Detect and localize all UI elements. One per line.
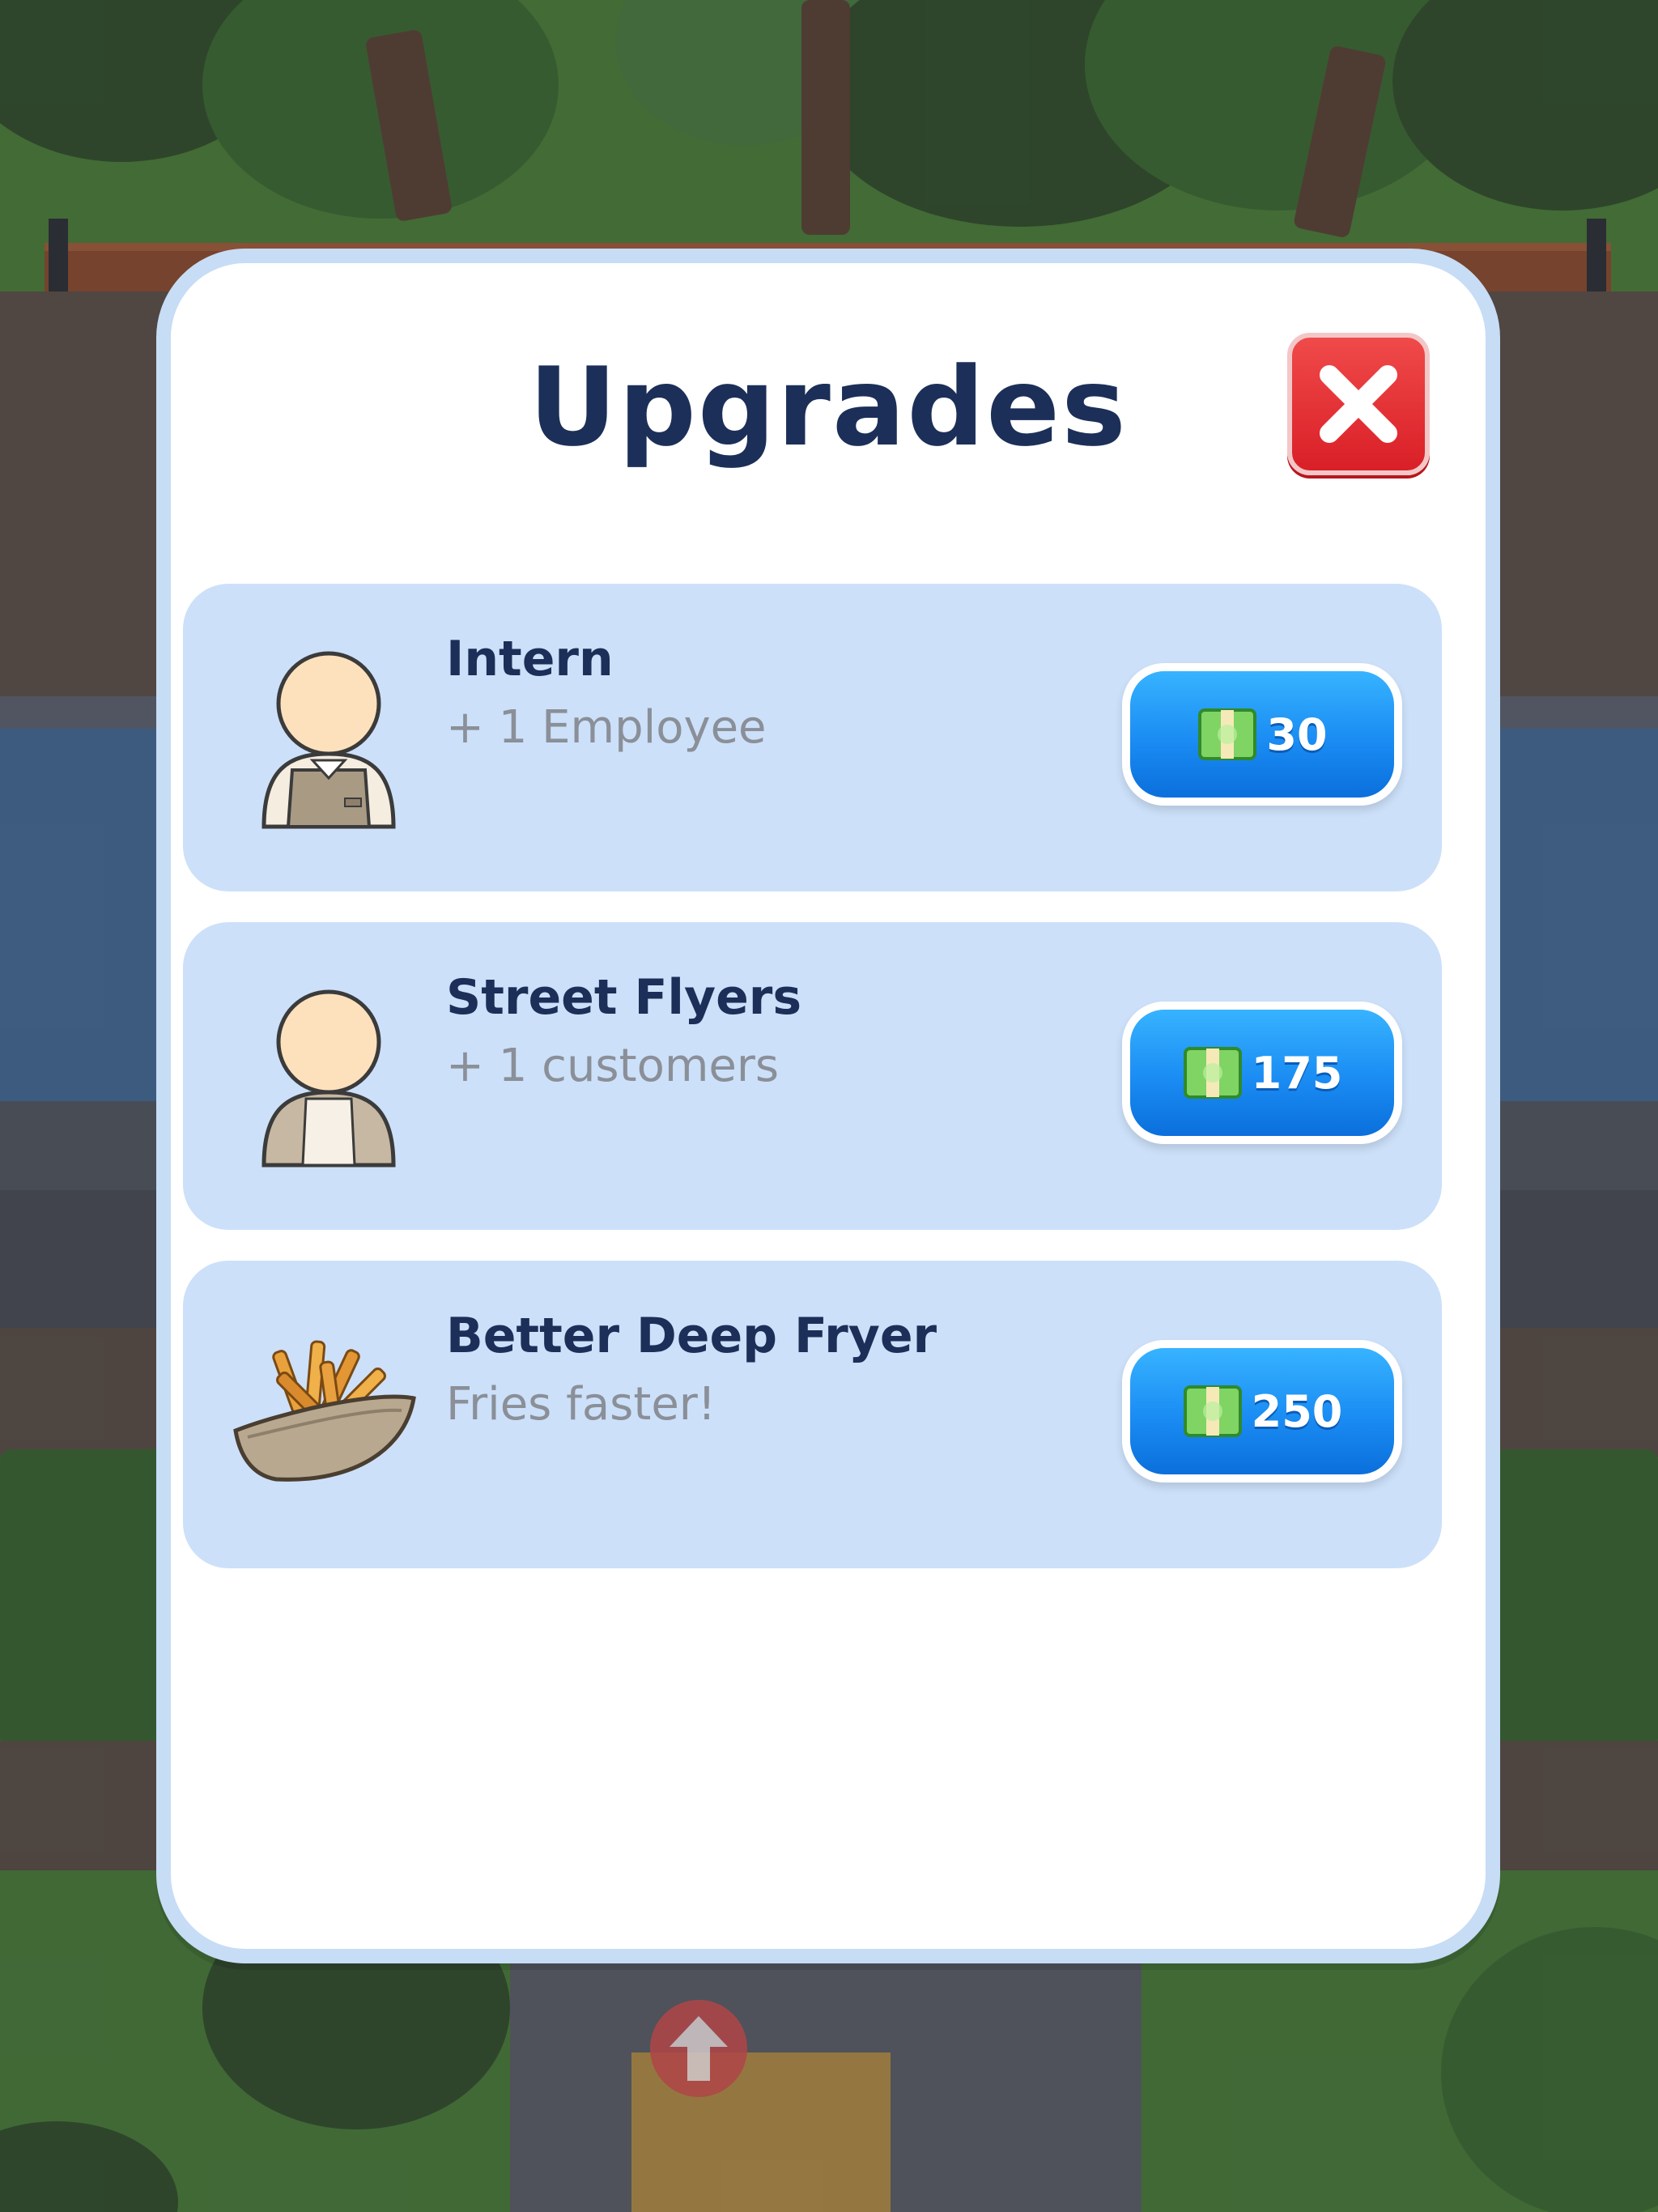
- buy-street-flyers-button[interactable]: 175: [1122, 1002, 1402, 1144]
- fries-basket-icon: [227, 1334, 422, 1495]
- close-button[interactable]: [1287, 333, 1430, 475]
- upgrade-description: + 1 Employee: [446, 701, 767, 754]
- upgrade-card-better-deep-fryer: Better Deep Fryer Fries faster! 250: [183, 1261, 1442, 1568]
- buy-intern-button[interactable]: 30: [1122, 663, 1402, 806]
- intern-avatar-icon: [248, 640, 410, 835]
- buy-better-deep-fryer-button[interactable]: 250: [1122, 1340, 1402, 1482]
- close-x-icon: [1320, 365, 1397, 443]
- upgrade-card-intern: Intern + 1 Employee 30: [183, 584, 1442, 891]
- upgrade-price: 175: [1251, 1047, 1343, 1099]
- cash-icon: [1198, 708, 1257, 760]
- upgrade-description: + 1 customers: [446, 1040, 780, 1092]
- upgrades-dialog: Upgrades Intern + 1 Employee 30 Street F…: [156, 249, 1500, 1963]
- cash-icon: [1183, 1047, 1242, 1099]
- flyer-person-avatar-icon: [248, 979, 410, 1173]
- cash-icon: [1183, 1385, 1242, 1437]
- upgrade-name: Intern: [446, 631, 614, 687]
- upgrade-description: Fries faster!: [446, 1378, 716, 1431]
- upgrade-name: Street Flyers: [446, 969, 802, 1026]
- upgrade-price: 250: [1251, 1385, 1343, 1437]
- upgrade-price: 30: [1266, 708, 1328, 760]
- upgrade-card-street-flyers: Street Flyers + 1 customers 175: [183, 922, 1442, 1230]
- upgrade-name: Better Deep Fryer: [446, 1308, 937, 1364]
